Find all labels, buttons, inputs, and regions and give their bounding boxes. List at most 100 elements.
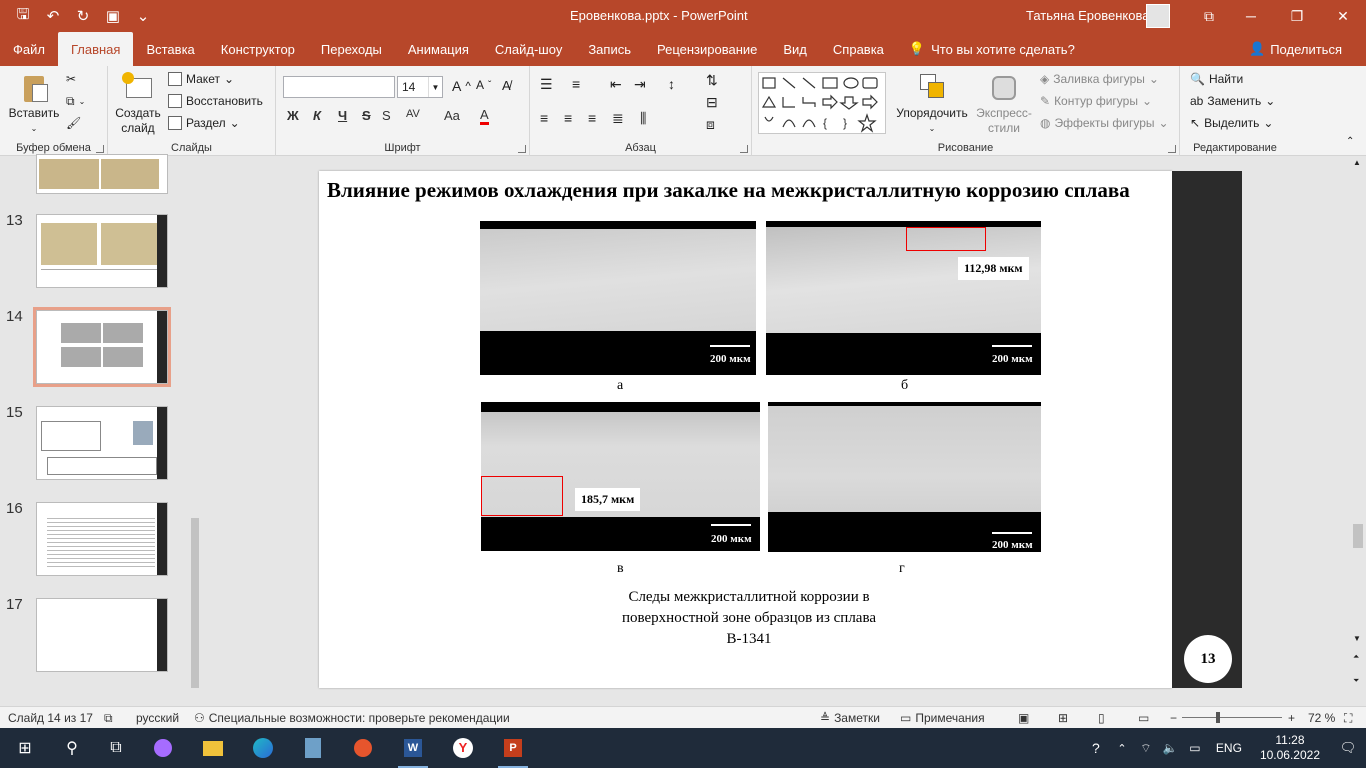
- zoom-out-icon[interactable]: −: [1170, 711, 1177, 725]
- notes-button[interactable]: ≜ Заметки: [820, 711, 880, 725]
- task-view-icon[interactable]: ⧉: [94, 728, 138, 768]
- figure-caption[interactable]: Следы межкристаллитной коррозии в поверх…: [599, 587, 899, 650]
- input-language[interactable]: ENG: [1208, 741, 1250, 755]
- align-text-icon[interactable]: ⊟: [706, 94, 718, 111]
- shape-effects-button[interactable]: ◍ Эффекты фигуры ⌄: [1040, 116, 1169, 130]
- thumbnail-slide-17[interactable]: [36, 598, 168, 672]
- editor-scrollbar[interactable]: ▲ ▼ ⏶ ⏷: [1350, 156, 1366, 706]
- slide-canvas[interactable]: Влияние режимов охлаждения при закалке н…: [319, 171, 1172, 688]
- slideshow-icon[interactable]: ▣: [98, 0, 128, 32]
- thumbnails-scroll-thumb[interactable]: [191, 518, 199, 688]
- text-direction-icon[interactable]: ⇅: [706, 72, 718, 89]
- shape-outline-button[interactable]: ✎ Контур фигуры ⌄: [1040, 94, 1152, 108]
- yandex-browser-icon[interactable]: Y: [438, 728, 488, 768]
- powerpoint-icon[interactable]: P: [488, 728, 538, 768]
- shape-fill-button[interactable]: ◈ Заливка фигуры ⌄: [1040, 72, 1159, 86]
- paste-button[interactable]: Вставить ⌄: [6, 72, 62, 136]
- customize-toolbar-icon[interactable]: ⌄: [128, 0, 158, 32]
- previous-slide-icon[interactable]: ⏶: [1353, 652, 1359, 662]
- collapse-ribbon-icon[interactable]: ⌃: [1346, 136, 1354, 147]
- clear-format-icon[interactable]: A̸: [502, 78, 511, 93]
- tab-slideshow[interactable]: Слайд-шоу: [482, 32, 575, 66]
- font-launcher-icon[interactable]: [518, 145, 526, 153]
- increase-indent-icon[interactable]: ⇥: [634, 76, 646, 93]
- scroll-up-icon[interactable]: ▲: [1353, 158, 1361, 167]
- zoom-slider-thumb[interactable]: [1216, 712, 1220, 723]
- accessibility-button[interactable]: ⚇ Специальные возможности: проверьте реко…: [194, 711, 510, 725]
- thumbnails-scrollbar[interactable]: [188, 156, 202, 706]
- app-icon[interactable]: [338, 728, 388, 768]
- edge-browser-icon[interactable]: [238, 728, 288, 768]
- tab-file[interactable]: Файл: [0, 32, 58, 66]
- tab-review[interactable]: Рецензирование: [644, 32, 770, 66]
- comments-button[interactable]: ▭ Примечания: [900, 711, 985, 725]
- quick-styles-button[interactable]: Экспресс-стили: [972, 72, 1036, 136]
- char-spacing-icon[interactable]: AV: [406, 108, 420, 120]
- slideshow-view-icon[interactable]: ▭: [1138, 711, 1149, 725]
- redo-icon[interactable]: ↻: [68, 0, 98, 32]
- decrease-indent-icon[interactable]: ⇤: [610, 76, 622, 93]
- reset-button[interactable]: Восстановить: [168, 94, 263, 108]
- save-icon[interactable]: 🖫: [8, 0, 38, 32]
- thumbnail-slide-16[interactable]: [36, 502, 168, 576]
- search-icon[interactable]: ⚲: [50, 728, 94, 768]
- find-button[interactable]: 🔍 Найти: [1190, 72, 1243, 86]
- slide-sorter-icon[interactable]: ⊞: [1058, 711, 1068, 725]
- volume-icon[interactable]: 🔈: [1158, 728, 1182, 768]
- font-size-field[interactable]: 14 ▼: [397, 76, 443, 98]
- tab-design[interactable]: Конструктор: [208, 32, 308, 66]
- italic-button[interactable]: К: [313, 108, 321, 123]
- tab-home[interactable]: Главная: [57, 32, 134, 66]
- drawing-launcher-icon[interactable]: [1168, 145, 1176, 153]
- tab-insert[interactable]: Вставка: [133, 32, 207, 66]
- clock[interactable]: 11:28 10.06.2022: [1250, 733, 1330, 763]
- shrink-font-icon[interactable]: Aˇ: [476, 78, 491, 92]
- align-left-icon[interactable]: ≡: [540, 110, 548, 126]
- tab-view[interactable]: Вид: [770, 32, 820, 66]
- fit-slide-icon[interactable]: ⛶: [1344, 711, 1352, 726]
- smartart-icon[interactable]: ⧈: [706, 116, 715, 133]
- user-name[interactable]: Татьяна Еровенкова: [1026, 8, 1149, 23]
- editor-scroll-thumb[interactable]: [1353, 524, 1363, 548]
- tell-me-search[interactable]: 💡 Что вы хотите сделать?: [909, 32, 1075, 66]
- ribbon-display-icon[interactable]: ⧉: [1186, 0, 1232, 32]
- justify-icon[interactable]: ≣: [612, 110, 624, 127]
- strike-button[interactable]: S: [362, 108, 371, 123]
- spellcheck-icon[interactable]: ⧉: [104, 711, 113, 726]
- calculator-icon[interactable]: [288, 728, 338, 768]
- tab-help[interactable]: Справка: [820, 32, 897, 66]
- change-case-button[interactable]: Aa: [444, 108, 460, 123]
- shapes-gallery[interactable]: {}: [758, 72, 886, 134]
- arrange-button[interactable]: Упорядочить ⌄: [892, 72, 972, 136]
- next-slide-icon[interactable]: ⏷: [1353, 676, 1359, 686]
- tab-animations[interactable]: Анимация: [395, 32, 482, 66]
- font-color-icon[interactable]: A: [480, 108, 489, 125]
- font-name-field[interactable]: [283, 76, 395, 98]
- minimize-icon[interactable]: ─: [1228, 0, 1274, 32]
- format-painter-icon[interactable]: 🖌: [66, 116, 81, 130]
- file-explorer-icon[interactable]: [188, 728, 238, 768]
- zoom-in-icon[interactable]: +: [1288, 711, 1295, 725]
- new-slide-button[interactable]: Создать слайд: [114, 72, 162, 136]
- zoom-level[interactable]: 72 %: [1308, 711, 1335, 725]
- close-icon[interactable]: ✕: [1320, 0, 1366, 32]
- tab-record[interactable]: Запись: [575, 32, 644, 66]
- cut-icon[interactable]: ✂: [66, 72, 76, 86]
- copy-icon[interactable]: ⧉ ⌄: [66, 94, 85, 109]
- reading-view-icon[interactable]: ▯: [1098, 711, 1105, 725]
- language-indicator[interactable]: русский: [136, 711, 179, 725]
- line-spacing-icon[interactable]: ↕: [668, 76, 675, 92]
- thumbnail-slide-12[interactable]: [36, 154, 168, 194]
- battery-icon[interactable]: ▭: [1182, 728, 1208, 768]
- tray-chevron-icon[interactable]: ⌃: [1110, 728, 1134, 768]
- undo-icon[interactable]: ↶: [38, 0, 68, 32]
- section-button[interactable]: Раздел ⌄: [168, 116, 240, 130]
- columns-icon[interactable]: ⫼: [640, 110, 646, 127]
- align-right-icon[interactable]: ≡: [588, 110, 596, 126]
- scroll-down-icon[interactable]: ▼: [1353, 634, 1361, 643]
- restore-icon[interactable]: ❐: [1274, 0, 1320, 32]
- underline-button[interactable]: Ч: [338, 108, 347, 123]
- font-size-dropdown-icon[interactable]: ▼: [428, 77, 442, 97]
- zoom-slider[interactable]: [1182, 717, 1282, 718]
- thumbnail-slide-14[interactable]: [33, 307, 171, 387]
